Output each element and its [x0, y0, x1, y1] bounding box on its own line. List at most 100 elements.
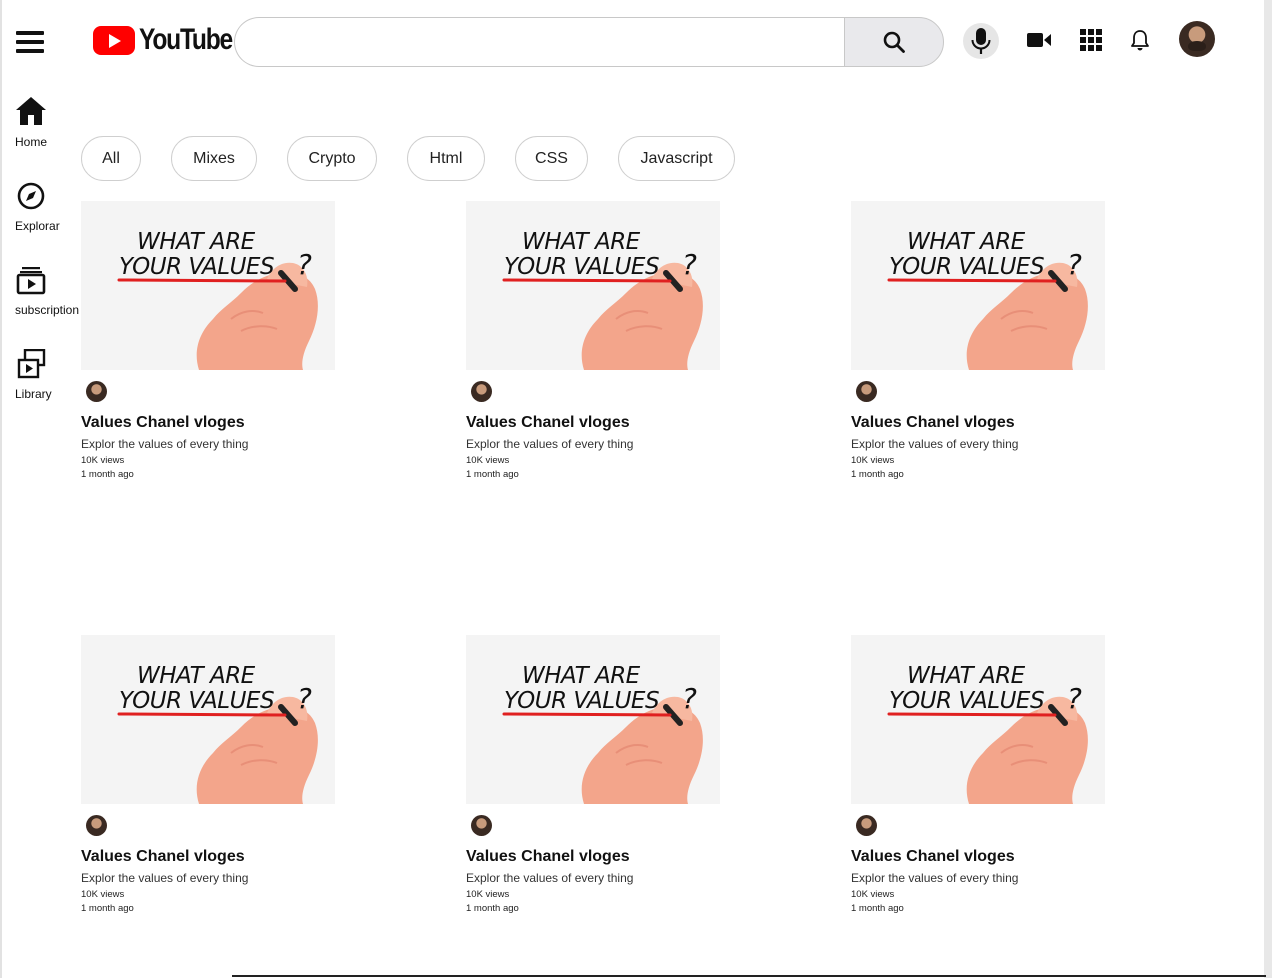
sidebar-item-label: Home — [15, 135, 48, 149]
thumbnail-question-mark: ? — [297, 682, 312, 715]
video-title[interactable]: Values Chanel vloges — [81, 414, 245, 432]
app-frame: YouTube Home Explorar subscription Libra… — [0, 0, 1272, 978]
view-count: 10K views — [466, 455, 510, 466]
video-thumbnail[interactable]: WHAT ARE YOUR VALUES ? — [466, 635, 720, 804]
video-thumbnail[interactable]: WHAT ARE YOUR VALUES ? — [851, 635, 1105, 804]
account-avatar[interactable] — [1179, 21, 1215, 57]
chip-label: CSS — [535, 149, 568, 167]
view-count: 10K views — [81, 455, 125, 466]
channel-avatar[interactable] — [471, 381, 492, 402]
video-card[interactable]: WHAT ARE YOUR VALUES ? Values Chanel vlo… — [851, 201, 1151, 491]
video-description: Explor the values of every thing — [81, 437, 249, 451]
sidebar-item-subscription[interactable]: subscription — [2, 264, 80, 320]
video-camera-icon — [1026, 33, 1051, 47]
video-thumbnail[interactable]: WHAT ARE YOUR VALUES ? — [81, 201, 335, 370]
sidebar-item-home[interactable]: Home — [2, 95, 80, 151]
channel-avatar[interactable] — [856, 815, 877, 836]
thumbnail-text-line2: YOUR VALUES — [504, 254, 659, 280]
chip-label: Crypto — [308, 149, 356, 167]
video-title[interactable]: Values Chanel vloges — [466, 848, 630, 866]
search-icon — [883, 31, 905, 53]
thumbnail-text-line1: WHAT ARE — [522, 663, 641, 689]
video-thumbnail[interactable]: WHAT ARE YOUR VALUES ? — [851, 201, 1105, 370]
chip-label: Mixes — [193, 149, 235, 167]
thumbnail-text-line2: YOUR VALUES — [889, 688, 1044, 714]
video-card[interactable]: WHAT ARE YOUR VALUES ? Values Chanel vlo… — [81, 635, 381, 925]
thumbnail-question-mark: ? — [1067, 682, 1082, 715]
video-title[interactable]: Values Chanel vloges — [81, 848, 245, 866]
video-description: Explor the values of every thing — [81, 871, 249, 885]
upload-age: 1 month ago — [851, 903, 904, 914]
video-card[interactable]: WHAT ARE YOUR VALUES ? Values Chanel vlo… — [851, 635, 1151, 925]
logo-text: YouTube — [139, 23, 233, 56]
sidebar-item-label: Library — [15, 387, 52, 401]
search-button[interactable] — [844, 17, 944, 67]
video-description: Explor the values of every thing — [851, 437, 1019, 451]
channel-avatar[interactable] — [86, 381, 107, 402]
thumbnail-text-line1: WHAT ARE — [137, 229, 256, 255]
sidebar-item-explorar[interactable]: Explorar — [2, 180, 80, 236]
youtube-play-icon — [93, 25, 135, 55]
thumbnail-text-line2: YOUR VALUES — [889, 254, 1044, 280]
upload-age: 1 month ago — [466, 903, 519, 914]
create-button[interactable] — [1026, 28, 1052, 52]
video-card[interactable]: WHAT ARE YOUR VALUES ? Values Chanel vlo… — [81, 201, 381, 491]
upload-age: 1 month ago — [81, 903, 134, 914]
channel-avatar[interactable] — [471, 815, 492, 836]
search-bar — [234, 17, 944, 67]
thumbnail-question-mark: ? — [297, 248, 312, 281]
search-input[interactable] — [234, 17, 844, 67]
horizontal-scrollbar[interactable] — [232, 975, 1266, 977]
chip-html[interactable]: Html — [407, 136, 485, 181]
video-thumbnail[interactable]: WHAT ARE YOUR VALUES ? — [466, 201, 720, 370]
video-description: Explor the values of every thing — [466, 871, 634, 885]
chip-crypto[interactable]: Crypto — [287, 136, 377, 181]
thumbnail-question-mark: ? — [1067, 248, 1082, 281]
thumbnail-question-mark: ? — [682, 248, 697, 281]
sidebar-item-label: Explorar — [15, 219, 60, 233]
chip-mixes[interactable]: Mixes — [171, 136, 257, 181]
chip-label: Javascript — [640, 149, 713, 167]
compass-icon — [15, 180, 47, 212]
thumbnail-text-line1: WHAT ARE — [137, 663, 256, 689]
video-card[interactable]: WHAT ARE YOUR VALUES ? Values Chanel vlo… — [466, 635, 766, 925]
sidebar-item-library[interactable]: Library — [2, 348, 80, 404]
chip-css[interactable]: CSS — [515, 136, 588, 181]
thumbnail-text-line2: YOUR VALUES — [504, 688, 659, 714]
chip-all[interactable]: All — [81, 136, 141, 181]
upload-age: 1 month ago — [851, 469, 904, 480]
thumbnail-text-line1: WHAT ARE — [907, 229, 1026, 255]
chip-javascript[interactable]: Javascript — [618, 136, 735, 181]
channel-avatar[interactable] — [856, 381, 877, 402]
menu-icon[interactable] — [16, 31, 44, 57]
thumbnail-text-line1: WHAT ARE — [522, 229, 641, 255]
home-icon — [15, 95, 47, 127]
upload-age: 1 month ago — [466, 469, 519, 480]
channel-avatar[interactable] — [86, 815, 107, 836]
subscriptions-icon — [15, 264, 47, 296]
thumbnail-question-mark: ? — [682, 682, 697, 715]
view-count: 10K views — [851, 889, 895, 900]
chip-label: All — [102, 149, 120, 167]
chip-label: Html — [429, 149, 463, 167]
video-card[interactable]: WHAT ARE YOUR VALUES ? Values Chanel vlo… — [466, 201, 766, 491]
video-title[interactable]: Values Chanel vloges — [466, 414, 630, 432]
sidebar-item-label: subscription — [15, 303, 80, 317]
video-title[interactable]: Values Chanel vloges — [851, 414, 1015, 432]
youtube-logo[interactable]: YouTube — [93, 23, 252, 56]
notifications-button[interactable] — [1127, 28, 1153, 52]
apps-button[interactable] — [1078, 28, 1104, 52]
view-count: 10K views — [81, 889, 125, 900]
video-description: Explor the values of every thing — [851, 871, 1019, 885]
bell-icon — [1131, 30, 1149, 51]
apps-grid-icon — [1080, 29, 1102, 51]
voice-search-button[interactable] — [963, 23, 999, 59]
microphone-icon — [971, 28, 991, 54]
view-count: 10K views — [466, 889, 510, 900]
thumbnail-text-line2: YOUR VALUES — [119, 688, 274, 714]
thumbnail-text-line1: WHAT ARE — [907, 663, 1026, 689]
video-thumbnail[interactable]: WHAT ARE YOUR VALUES ? — [81, 635, 335, 804]
video-title[interactable]: Values Chanel vloges — [851, 848, 1015, 866]
view-count: 10K views — [851, 455, 895, 466]
thumbnail-text-line2: YOUR VALUES — [119, 254, 274, 280]
